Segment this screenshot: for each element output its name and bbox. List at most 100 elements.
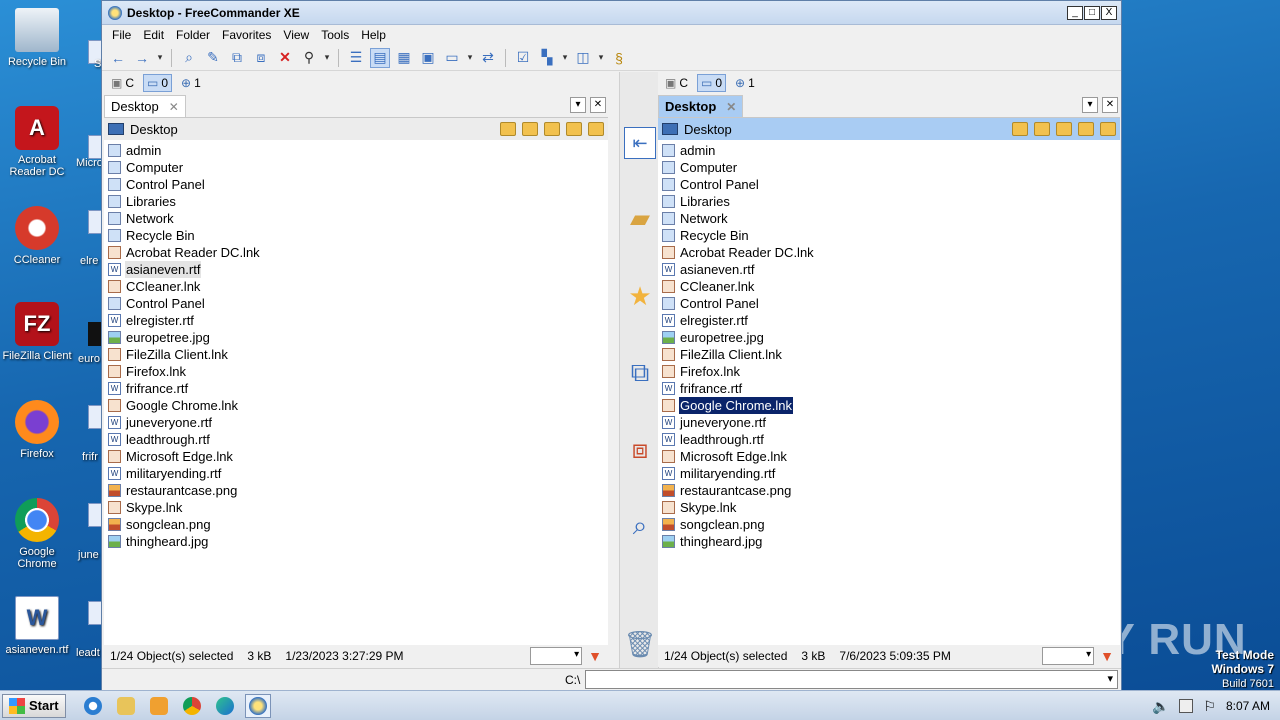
file-row[interactable]: Control Panel	[658, 176, 1120, 193]
chevron-down-icon[interactable]: ▾	[1082, 97, 1098, 113]
desktop-icon-asianeven[interactable]: W asianeven.rtf	[0, 596, 74, 656]
checklist-icon[interactable]: ☑	[513, 48, 533, 68]
desktop-icon-acrobat[interactable]: A Acrobat Reader DC	[0, 106, 74, 178]
star-icon[interactable]: ★	[624, 280, 656, 312]
search-icon[interactable]: ⌕	[179, 48, 199, 68]
file-row[interactable]: restaurantcase.png	[104, 482, 608, 499]
sync-icon[interactable]: ⇄	[478, 48, 498, 68]
file-row[interactable]: Microsoft Edge.lnk	[658, 448, 1120, 465]
menu-help[interactable]: Help	[355, 28, 392, 42]
copy-path-icon[interactable]	[1100, 122, 1116, 136]
close-button[interactable]: X	[1101, 5, 1117, 20]
menu-folder[interactable]: Folder	[170, 28, 216, 42]
details-view-icon[interactable]: ▤	[370, 47, 390, 68]
copy-to-left-icon[interactable]: ⇤	[624, 127, 656, 159]
file-row[interactable]: Wjuneveryone.rtf	[658, 414, 1120, 431]
drive-c[interactable]: ▣ C	[108, 75, 137, 91]
history-icon[interactable]	[1012, 122, 1028, 136]
tab-desktop[interactable]: Desktop ✕	[104, 95, 186, 117]
file-row[interactable]: admin	[104, 142, 608, 159]
desktop-icon-recycle-bin[interactable]: Recycle Bin	[0, 8, 74, 68]
menu-edit[interactable]: Edit	[137, 28, 170, 42]
drive-network[interactable]: ⊕ 1	[178, 75, 204, 91]
file-row[interactable]: admin	[658, 142, 1120, 159]
taskbar-ie[interactable]	[80, 694, 106, 718]
file-row[interactable]: Acrobat Reader DC.lnk	[658, 244, 1120, 261]
file-row[interactable]: Microsoft Edge.lnk	[104, 448, 608, 465]
file-row[interactable]: thingheard.jpg	[658, 533, 1120, 550]
edit-icon[interactable]: ✎	[203, 48, 223, 68]
history-icon[interactable]	[500, 122, 516, 136]
start-button[interactable]: Start	[2, 693, 66, 718]
filter-combo[interactable]	[1042, 647, 1095, 665]
compare-folders-icon[interactable]: ▰	[624, 202, 656, 234]
chevron-down-icon[interactable]: ▾	[466, 48, 474, 68]
file-row[interactable]: Libraries	[658, 193, 1120, 210]
file-row[interactable]: FileZilla Client.lnk	[104, 346, 608, 363]
desktop-icon-firefox[interactable]: Firefox	[0, 400, 74, 460]
move-icon[interactable]: ⧈	[251, 48, 271, 68]
file-row[interactable]: Google Chrome.lnk	[104, 397, 608, 414]
close-icon[interactable]: ✕	[726, 100, 736, 114]
maximize-button[interactable]: □	[1084, 5, 1100, 20]
root-folder-icon[interactable]	[566, 122, 582, 136]
taskbar-explorer[interactable]	[113, 694, 139, 718]
favorites-icon[interactable]	[522, 122, 538, 136]
desktop-icon-filezilla[interactable]: FZ FileZilla Client	[0, 302, 74, 362]
script-icon[interactable]: §	[609, 48, 629, 68]
file-row[interactable]: restaurantcase.png	[658, 482, 1120, 499]
network-tray-icon[interactable]	[1179, 699, 1194, 713]
close-icon[interactable]: ✕	[1102, 97, 1118, 113]
menu-view[interactable]: View	[277, 28, 315, 42]
chevron-down-icon[interactable]: ▾	[597, 48, 605, 68]
search-icon[interactable]: ⌕	[624, 510, 656, 542]
file-row[interactable]: Recycle Bin	[104, 227, 608, 244]
file-row[interactable]: Acrobat Reader DC.lnk	[104, 244, 608, 261]
taskbar-media-player[interactable]	[146, 694, 172, 718]
delete-icon[interactable]: ✕	[275, 48, 295, 68]
file-row[interactable]: Skype.lnk	[658, 499, 1120, 516]
file-row[interactable]: Wleadthrough.rtf	[658, 431, 1120, 448]
menu-tools[interactable]: Tools	[315, 28, 355, 42]
trash-icon[interactable]: 🗑	[624, 628, 657, 660]
drive-desktop[interactable]: ▭ 0	[697, 74, 727, 92]
file-row[interactable]: Welregister.rtf	[104, 312, 608, 329]
filter-icon[interactable]: ▼	[1100, 648, 1114, 664]
file-row[interactable]: CCleaner.lnk	[104, 278, 608, 295]
file-row[interactable]: Control Panel	[658, 295, 1120, 312]
speaker-icon[interactable]: 🔈	[1152, 698, 1169, 715]
drive-c[interactable]: ▣ C	[662, 75, 691, 91]
layout-icon[interactable]: ▭	[442, 48, 462, 68]
tree-view-icon[interactable]: ☰	[346, 48, 366, 68]
file-row[interactable]: Wfrifrance.rtf	[658, 380, 1120, 397]
menu-favorites[interactable]: Favorites	[216, 28, 277, 42]
file-row[interactable]: Control Panel	[104, 295, 608, 312]
new-file-icon[interactable]: ⧉	[624, 357, 656, 389]
file-row[interactable]: Firefox.lnk	[658, 363, 1120, 380]
file-row[interactable]: Network	[104, 210, 608, 227]
copy-path-icon[interactable]	[588, 122, 604, 136]
file-row[interactable]: FileZilla Client.lnk	[658, 346, 1120, 363]
file-row[interactable]: songclean.png	[104, 516, 608, 533]
taskbar-chrome[interactable]	[179, 694, 205, 718]
preview-icon[interactable]: ▣	[418, 48, 438, 68]
taskbar-freecommander[interactable]	[244, 693, 271, 718]
chevron-down-icon[interactable]: ▾	[156, 48, 164, 68]
copy-icon[interactable]: ⧉	[227, 48, 247, 68]
file-row[interactable]: Network	[658, 210, 1120, 227]
file-row[interactable]: Wmilitaryending.rtf	[104, 465, 608, 482]
file-row[interactable]: Wfrifrance.rtf	[104, 380, 608, 397]
file-row[interactable]: Wjuneveryone.rtf	[104, 414, 608, 431]
file-row[interactable]: Skype.lnk	[104, 499, 608, 516]
drive-network[interactable]: ⊕ 1	[732, 75, 758, 91]
chevron-down-icon[interactable]: ▾	[570, 97, 586, 113]
path-bar[interactable]: Desktop	[658, 118, 1120, 140]
file-row[interactable]: Recycle Bin	[658, 227, 1120, 244]
list-view-icon[interactable]: ▦	[394, 48, 414, 68]
desktop-icon-chrome[interactable]: Google Chrome	[0, 498, 74, 570]
filter-icon[interactable]: ▼	[588, 648, 602, 664]
clock[interactable]: 8:07 AM	[1226, 699, 1270, 713]
file-row[interactable]: Computer	[658, 159, 1120, 176]
forward-icon[interactable]: →	[132, 48, 152, 68]
file-row[interactable]: Google Chrome.lnk	[658, 396, 1120, 415]
